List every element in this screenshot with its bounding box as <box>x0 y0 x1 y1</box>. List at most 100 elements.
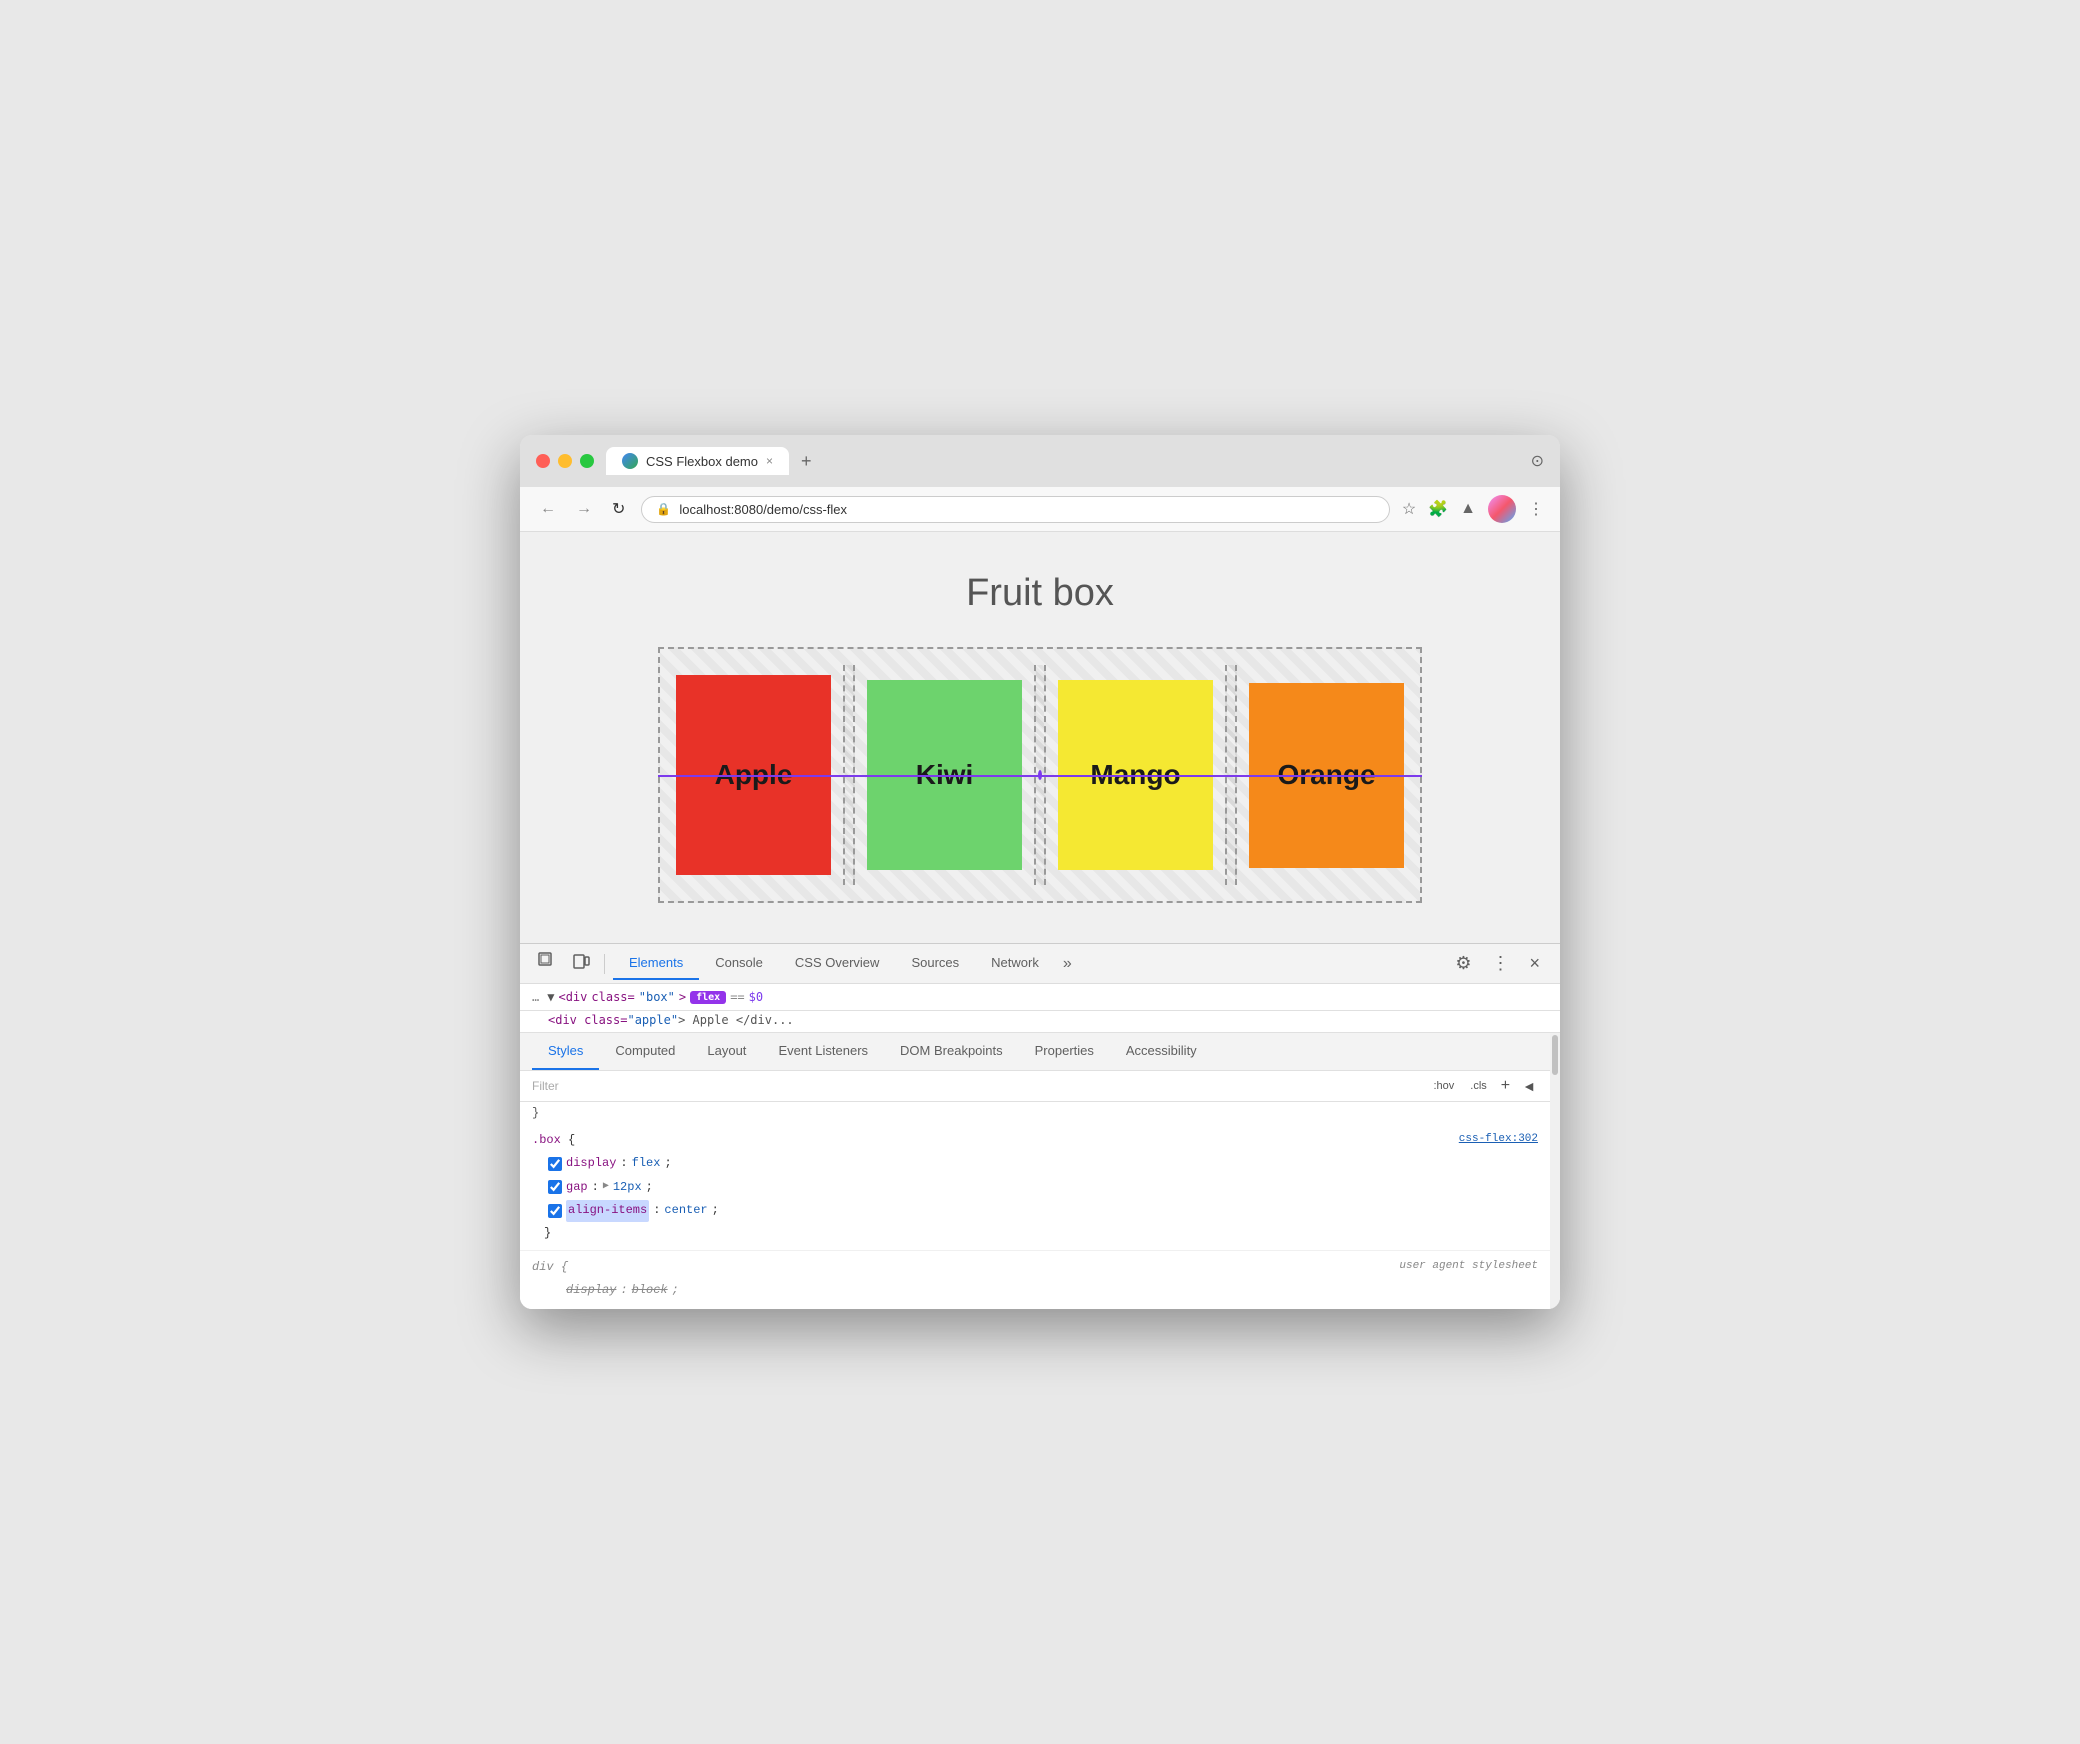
subtab-accessibility[interactable]: Accessibility <box>1110 1033 1213 1070</box>
breadcrumb-dots: … <box>532 990 539 1004</box>
subtab-computed[interactable]: Computed <box>599 1033 691 1070</box>
forward-button[interactable]: → <box>572 498 596 520</box>
prop-colon-1: : <box>620 1153 627 1175</box>
fruit-kiwi: Kiwi <box>867 680 1022 870</box>
breadcrumb-close-tag: > <box>679 990 686 1004</box>
devtools-close-button[interactable]: × <box>1521 949 1548 978</box>
back-button[interactable]: ← <box>536 498 560 520</box>
prop-gap: gap : ▶ 12px ; <box>532 1176 1538 1200</box>
ua-prop-value: block <box>632 1280 668 1302</box>
rule-source-link[interactable]: css-flex:302 <box>1459 1130 1538 1150</box>
inspect-element-icon[interactable] <box>532 948 562 979</box>
element-breadcrumb: … ▼ <div class= "box" > flex == $0 <box>520 984 1560 1011</box>
ua-css-rule: user agent stylesheet div { display : bl… <box>520 1251 1550 1308</box>
subtab-event-listeners[interactable]: Event Listeners <box>762 1033 884 1070</box>
element-panel-button[interactable]: ◄ <box>1520 1076 1538 1096</box>
prop-align-checkbox[interactable] <box>548 1204 562 1218</box>
prop-semi-2: ; <box>646 1177 653 1199</box>
address-text: localhost:8080/demo/css-flex <box>679 502 847 517</box>
tab-css-overview[interactable]: CSS Overview <box>779 947 896 980</box>
devtools-menu-icon[interactable]: ⋮ <box>1483 949 1517 978</box>
bookmark-icon[interactable]: ☆ <box>1402 499 1416 519</box>
toolbar-separator <box>604 954 605 974</box>
tab-sources[interactable]: Sources <box>895 947 975 980</box>
profile-icon[interactable]: ▲ <box>1460 500 1476 518</box>
subtab-layout[interactable]: Layout <box>691 1033 762 1070</box>
page-content: Fruit box Apple Kiwi Mango <box>520 532 1560 943</box>
address-bar-actions: ☆ 🧩 ▲ ⋮ <box>1402 495 1544 523</box>
reload-button[interactable]: ↻ <box>608 497 629 521</box>
traffic-lights <box>536 454 594 468</box>
extensions-icon[interactable]: 🧩 <box>1428 499 1448 519</box>
devtools-gear-area: ⚙ ⋮ × <box>1447 949 1548 978</box>
subtab-styles[interactable]: Styles <box>532 1033 599 1070</box>
empty-brace: } <box>532 1106 539 1120</box>
ua-prop-display: display : block ; <box>532 1279 1538 1303</box>
user-avatar[interactable] <box>1488 495 1516 523</box>
filter-bar: :hov .cls + ◄ <box>520 1071 1550 1102</box>
gap-indicator-2 <box>1034 665 1046 885</box>
devtools-scrollbar[interactable] <box>1550 1033 1560 1308</box>
prop-gap-name: gap <box>566 1177 588 1199</box>
address-bar: ← → ↻ 🔒 localhost:8080/demo/css-flex ☆ 🧩… <box>520 487 1560 532</box>
browser-menu-icon[interactable]: ⋮ <box>1528 499 1544 519</box>
prop-align-items: align-items : center ; <box>532 1199 1538 1223</box>
devtools-settings-icon[interactable]: ⚙ <box>1447 949 1479 978</box>
tab-elements[interactable]: Elements <box>613 947 699 980</box>
subtab-dom-breakpoints[interactable]: DOM Breakpoints <box>884 1033 1019 1070</box>
tab-console[interactable]: Console <box>699 947 779 980</box>
prop-semi-1: ; <box>664 1153 671 1175</box>
browser-tab[interactable]: CSS Flexbox demo × <box>606 447 789 475</box>
tab-favicon <box>622 453 638 469</box>
breadcrumb-class-attr: class= <box>591 990 634 1004</box>
tab-network[interactable]: Network <box>975 947 1055 980</box>
ua-selector: div <box>532 1260 554 1274</box>
more-tabs-button[interactable]: » <box>1055 947 1080 981</box>
ua-source-label: user agent stylesheet <box>1399 1257 1538 1277</box>
scroll-thumb[interactable] <box>1552 1035 1558 1075</box>
rule-closing-brace: } <box>532 1223 1538 1245</box>
add-style-button[interactable]: + <box>1499 1075 1512 1097</box>
hov-button[interactable]: :hov <box>1430 1078 1459 1094</box>
prop-colon-3: : <box>653 1200 660 1222</box>
new-tab-button[interactable]: + <box>797 451 816 472</box>
filter-input[interactable] <box>532 1079 1430 1093</box>
prop-align-value: center <box>664 1200 707 1222</box>
prop-display-value: flex <box>632 1153 661 1175</box>
lock-icon: 🔒 <box>656 502 671 516</box>
tab-close-button[interactable]: × <box>766 454 773 468</box>
minimize-button[interactable] <box>558 454 572 468</box>
fruit-orange: Orange <box>1249 683 1404 868</box>
title-bar: CSS Flexbox demo × + ⊙ <box>520 435 1560 487</box>
empty-rule: } <box>520 1102 1550 1124</box>
rule-selector: .box <box>532 1133 561 1147</box>
fruit-apple: Apple <box>676 675 831 875</box>
styles-panel: } css-flex:302 .box { display <box>520 1102 1550 1308</box>
subtab-properties[interactable]: Properties <box>1019 1033 1110 1070</box>
close-button[interactable] <box>536 454 550 468</box>
device-toolbar-icon[interactable] <box>566 948 596 979</box>
prop-gap-checkbox[interactable] <box>548 1180 562 1194</box>
cls-button[interactable]: .cls <box>1466 1078 1491 1094</box>
prop-display-checkbox[interactable] <box>548 1157 562 1171</box>
tab-title: CSS Flexbox demo <box>646 454 758 469</box>
tab-bar: CSS Flexbox demo × + <box>606 447 1519 475</box>
rule-open-brace: { <box>568 1133 575 1147</box>
devtools-main: Styles Computed Layout Event Listeners D… <box>520 1033 1550 1308</box>
ua-selector-line: div { <box>532 1257 1538 1279</box>
box-css-rule: css-flex:302 .box { display : flex ; <box>520 1124 1550 1251</box>
fruit-apple-label: Apple <box>715 759 793 791</box>
fruit-mango: Mango <box>1058 680 1213 870</box>
address-field[interactable]: 🔒 localhost:8080/demo/css-flex <box>641 496 1389 523</box>
fullscreen-button[interactable] <box>580 454 594 468</box>
gap-triangle[interactable]: ▶ <box>603 1178 609 1196</box>
fruit-mango-label: Mango <box>1090 759 1180 791</box>
fruit-kiwi-label: Kiwi <box>916 759 974 791</box>
title-bar-menu-icon[interactable]: ⊙ <box>1531 451 1544 471</box>
devtools-tab-list: Elements Console CSS Overview Sources Ne… <box>613 947 1443 981</box>
breadcrumb-class-val: "box" <box>639 990 675 1004</box>
breadcrumb-equals: == <box>730 990 744 1004</box>
devtools-panel: Elements Console CSS Overview Sources Ne… <box>520 943 1560 1308</box>
flex-badge: flex <box>690 991 726 1004</box>
browser-window: CSS Flexbox demo × + ⊙ ← → ↻ 🔒 localhost… <box>520 435 1560 1308</box>
